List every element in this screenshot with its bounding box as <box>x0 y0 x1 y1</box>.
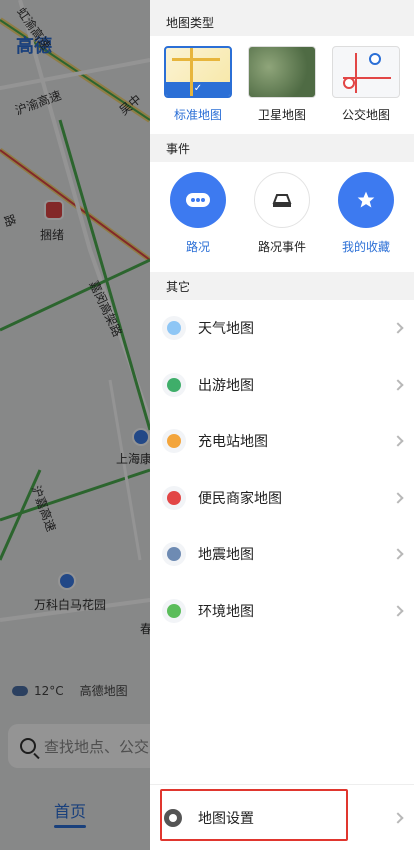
list-item-weather-map[interactable]: 天气地图 <box>150 300 414 357</box>
chevron-right-icon <box>392 811 404 824</box>
section-header-others: 其它 <box>150 272 414 300</box>
map-settings-button[interactable]: 地图设置 <box>150 784 414 850</box>
section-header-map-type: 地图类型 <box>150 0 414 36</box>
list-item-earthquake-map[interactable]: 地震地图 <box>150 526 414 583</box>
overlay-dim[interactable] <box>0 0 150 850</box>
weather-icon <box>162 316 186 341</box>
transit-map-thumbnail <box>332 46 400 98</box>
star-icon <box>338 172 394 228</box>
event-list: 路况 路况事件 我的收藏 <box>150 162 414 272</box>
map-type-list: ✓ 标准地图 卫星地图 公交地图 <box>150 36 414 134</box>
chevron-right-icon <box>392 492 404 504</box>
list-item-label: 天气地图 <box>198 321 254 338</box>
list-item-label: 便民商家地图 <box>198 490 282 507</box>
list-item-label: 地震地图 <box>198 547 254 564</box>
horse-icon <box>162 372 186 397</box>
satellite-map-thumbnail <box>248 46 316 98</box>
list-item-charging-map[interactable]: 充电站地图 <box>150 413 414 470</box>
chevron-right-icon <box>392 435 404 447</box>
map-view[interactable]: 高德 虹渝高速 沪渝高速 吴中 嘉闵高架路 沪嘉高速 路 捆绪 上海康 万科白马… <box>0 0 150 850</box>
map-type-label: 标准地图 <box>173 108 222 122</box>
list-item-travel-map[interactable]: 出游地图 <box>150 357 414 414</box>
event-label: 路况事件 <box>257 240 306 254</box>
list-item-environment-map[interactable]: 环境地图 <box>150 583 414 640</box>
settings-label: 地图设置 <box>198 810 254 827</box>
accident-icon <box>254 172 310 228</box>
list-item-label: 环境地图 <box>198 603 254 620</box>
list-item-merchant-map[interactable]: 便民商家地图 <box>150 470 414 527</box>
map-type-standard[interactable]: ✓ 标准地图 <box>161 46 235 126</box>
chevron-right-icon <box>392 605 404 617</box>
earthquake-icon <box>162 542 186 567</box>
others-list: 天气地图 出游地图 充电站地图 便民商家地图 地震地图 环境地图 <box>150 300 414 639</box>
map-type-transit[interactable]: 公交地图 <box>329 46 403 126</box>
section-header-events: 事件 <box>150 134 414 162</box>
chevron-right-icon <box>392 322 404 334</box>
tree-icon <box>162 598 186 623</box>
shop-icon <box>162 485 186 510</box>
traffic-icon <box>170 172 226 228</box>
check-icon: ✓ <box>166 82 230 96</box>
event-traffic[interactable]: 路况 <box>156 172 240 272</box>
list-item-label: 充电站地图 <box>198 434 268 451</box>
map-type-label: 公交地图 <box>341 108 390 122</box>
map-layers-drawer: 地图类型 ✓ 标准地图 卫星地图 公交地图 事件 路况 路况事件 我的收藏 其它… <box>150 0 414 850</box>
event-label: 我的收藏 <box>341 240 390 254</box>
gear-icon <box>164 808 182 827</box>
map-type-satellite[interactable]: 卫星地图 <box>245 46 319 126</box>
list-item-label: 出游地图 <box>198 377 254 394</box>
standard-map-thumbnail: ✓ <box>164 46 232 98</box>
map-type-label: 卫星地图 <box>257 108 306 122</box>
chevron-right-icon <box>392 379 404 391</box>
event-favorites[interactable]: 我的收藏 <box>324 172 408 272</box>
chevron-right-icon <box>392 548 404 560</box>
event-traffic-incident[interactable]: 路况事件 <box>240 172 324 272</box>
event-label: 路况 <box>185 240 210 254</box>
lightning-icon <box>162 429 186 454</box>
